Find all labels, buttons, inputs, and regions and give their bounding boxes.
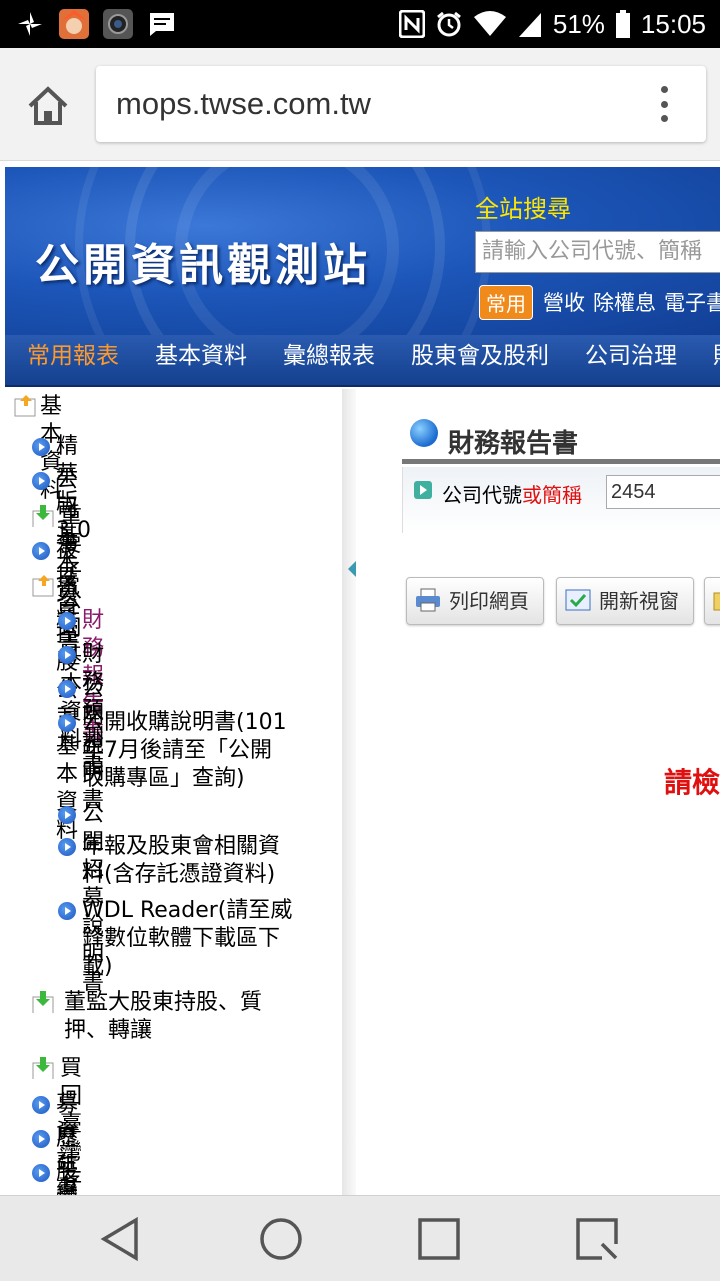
nav-summary-reports[interactable]: 彙總報表 [283,335,375,377]
print-page-button[interactable]: 列印網頁 [406,577,544,625]
battery-percent: 51% [552,8,605,39]
site-logo[interactable]: 公開資訊觀測站 [35,229,371,293]
nav-shareholders[interactable]: 股東會及股利 [411,335,549,377]
folder-icon [713,592,720,611]
bullet-icon [58,680,76,698]
site-search-title: 全站搜尋 [475,195,571,223]
arrow-right-icon [414,481,432,499]
recent-apps-icon[interactable] [414,1214,464,1264]
quick-links: 營收 除權息 電子書 [543,287,720,317]
quick-link-ebook[interactable]: 電子書 [664,291,720,315]
battery-icon [615,10,630,38]
company-code-label: 公司代號或簡稱 [442,483,582,507]
home-icon[interactable] [26,84,70,128]
pinwheel-icon [14,8,46,40]
alarm-icon [436,11,461,37]
notice-text: 請檢 [664,766,720,799]
printer-icon [416,588,440,612]
folder-down-icon [32,505,54,527]
open-new-window-button[interactable]: 開新視窗 [556,577,694,625]
game-avatar-icon [58,8,90,40]
url-text: mops.twse.com.tw [116,86,371,121]
globe-icon [410,419,438,447]
bullet-icon [58,806,76,824]
common-badge: 常用 [479,285,533,320]
url-bar[interactable]: mops.twse.com.tw [96,66,706,142]
site-search-input[interactable]: 請輸入公司代號、簡稱 [475,231,720,273]
bullet-icon [58,714,76,732]
bullet-icon [32,472,50,490]
home-circle-icon[interactable] [256,1214,306,1264]
folder-open-icon [32,575,54,597]
bullet-icon [58,902,76,920]
bullet-icon [32,542,50,560]
sidebar-divider [342,389,356,1195]
nfc-icon [398,10,425,38]
quick-link-dividend[interactable]: 除權息 [593,291,656,315]
system-navigation-bar [0,1195,720,1281]
folder-open-icon [14,395,36,417]
bullet-icon [32,1130,50,1148]
checkmark-window-icon [565,589,591,611]
title-divider [402,459,720,464]
page-title: 財務報告書 [448,429,579,459]
more-tool-button[interactable] [704,577,720,625]
overflow-menu-icon[interactable] [656,86,672,122]
folder-down-icon [32,991,54,1013]
web-page: 公開資訊觀測站 全站搜尋 請輸入公司代號、簡稱 常用 營收 除權息 電子書 常用報表… [0,161,720,1195]
bullet-icon [58,612,76,630]
bullet-icon [58,838,76,856]
nav-basic-info[interactable]: 基本資料 [155,335,247,377]
bullet-icon [32,1164,50,1182]
collapse-sidebar-icon[interactable] [348,561,356,577]
quick-link-revenue[interactable]: 營收 [543,291,585,315]
nav-common-reports[interactable]: 常用報表 [27,335,119,377]
clock: 15:05 [640,8,706,39]
nav-finance[interactable]: 財 [713,335,720,377]
screen-capture-icon[interactable] [572,1214,622,1264]
browser-toolbar: mops.twse.com.tw [0,48,720,161]
folder-down-icon [32,1057,54,1079]
bullet-icon [58,646,76,664]
nav-governance[interactable]: 公司治理 [585,335,677,377]
back-icon[interactable] [96,1214,146,1264]
site-banner: 公開資訊觀測站 全站搜尋 請輸入公司代號、簡稱 常用 營收 除權息 電子書 [5,167,720,335]
company-code-input[interactable]: 2454 [606,475,720,509]
camera-app-icon [102,8,134,40]
signal-icon [518,13,541,37]
status-bar: 51% 15:05 [0,0,720,48]
bullet-icon [32,1096,50,1114]
bullet-icon [32,438,50,456]
site-nav: 常用報表基本資料彙總報表股東會及股利公司治理財 [5,335,720,387]
wifi-icon [473,11,506,36]
message-icon [146,8,178,40]
